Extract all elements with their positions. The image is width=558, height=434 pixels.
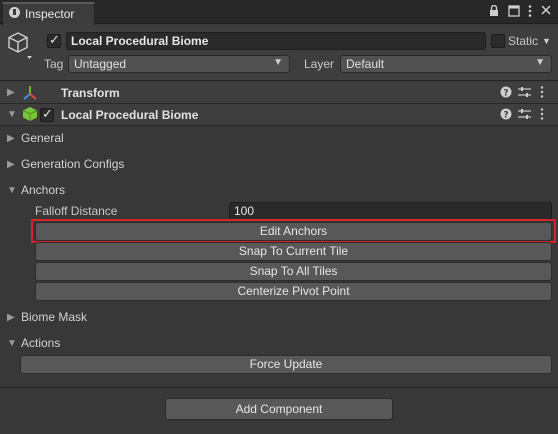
foldout-expanded-icon[interactable]: ▼ (7, 338, 17, 349)
chevron-down-icon[interactable]: ▼ (542, 36, 551, 46)
chevron-down-icon: ▼ (535, 57, 545, 68)
centerize-pivot-point-button[interactable]: Centerize Pivot Point (35, 282, 552, 301)
active-checkbox[interactable] (47, 33, 61, 48)
kebab-menu-icon[interactable] (540, 108, 544, 123)
info-icon (9, 7, 20, 18)
kebab-menu-icon[interactable] (528, 5, 532, 20)
layer-label: Layer (304, 57, 335, 71)
falloff-distance-field[interactable]: 100 (229, 202, 552, 220)
foldout-expanded-icon[interactable]: ▼ (7, 109, 17, 120)
gameobject-icon[interactable] (8, 31, 36, 64)
tag-value: Untagged (74, 57, 127, 71)
biome-component-header[interactable]: ▼ Local Procedural Biome ? (0, 104, 558, 126)
section-general[interactable]: General (21, 131, 64, 145)
section-actions[interactable]: Actions (21, 336, 60, 350)
lock-icon[interactable] (489, 4, 499, 20)
force-update-button[interactable]: Force Update (20, 355, 552, 374)
transform-component-header[interactable]: ▶ Transform ? (0, 82, 558, 104)
transform-title: Transform (61, 86, 120, 100)
add-component-button[interactable]: Add Component (165, 398, 393, 420)
layer-dropdown[interactable]: Default ▼ (340, 55, 552, 73)
svg-text:?: ? (503, 89, 508, 99)
tab-title: Inspector (25, 7, 75, 21)
kebab-menu-icon[interactable] (540, 86, 544, 101)
falloff-distance-label: Falloff Distance (35, 204, 118, 218)
close-icon[interactable] (540, 4, 552, 19)
transform-icon (22, 85, 38, 104)
snap-to-all-tiles-button[interactable]: Snap To All Tiles (35, 262, 552, 281)
tag-label: Tag (44, 57, 64, 71)
foldout-arrow-icon[interactable]: ▶ (7, 87, 15, 98)
biome-script-icon (22, 106, 38, 125)
divider (0, 387, 558, 388)
tab-bar: Inspector (0, 0, 558, 25)
static-checkbox[interactable] (491, 34, 505, 48)
chevron-down-icon: ▼ (273, 57, 283, 68)
inspector-tab[interactable]: Inspector (2, 2, 95, 25)
snap-to-current-tile-button[interactable]: Snap To Current Tile (35, 242, 552, 261)
section-anchors[interactable]: Anchors (21, 183, 65, 197)
layer-value: Default (346, 57, 385, 71)
preset-icon[interactable] (518, 108, 531, 123)
edit-anchors-button[interactable]: Edit Anchors (35, 222, 552, 241)
preset-icon[interactable] (518, 86, 531, 101)
section-biome-mask[interactable]: Biome Mask (21, 310, 87, 324)
section-generation-configs[interactable]: Generation Configs (21, 157, 124, 171)
component-enabled-checkbox[interactable] (40, 107, 54, 122)
gameobject-name-field[interactable]: Local Procedural Biome (66, 32, 486, 50)
svg-text:?: ? (503, 111, 508, 121)
foldout-arrow-icon[interactable]: ▶ (7, 312, 15, 323)
foldout-arrow-icon[interactable]: ▶ (7, 133, 15, 144)
tag-dropdown[interactable]: Untagged ▼ (68, 55, 290, 73)
help-icon[interactable]: ? (500, 108, 512, 123)
help-icon[interactable]: ? (500, 86, 512, 101)
foldout-expanded-icon[interactable]: ▼ (7, 185, 17, 196)
maximize-icon[interactable] (508, 5, 520, 20)
static-label[interactable]: Static (508, 34, 538, 48)
foldout-arrow-icon[interactable]: ▶ (7, 159, 15, 170)
gameobject-header: Local Procedural Biome Static ▼ Tag Unta… (0, 25, 558, 81)
biome-title: Local Procedural Biome (61, 108, 199, 122)
